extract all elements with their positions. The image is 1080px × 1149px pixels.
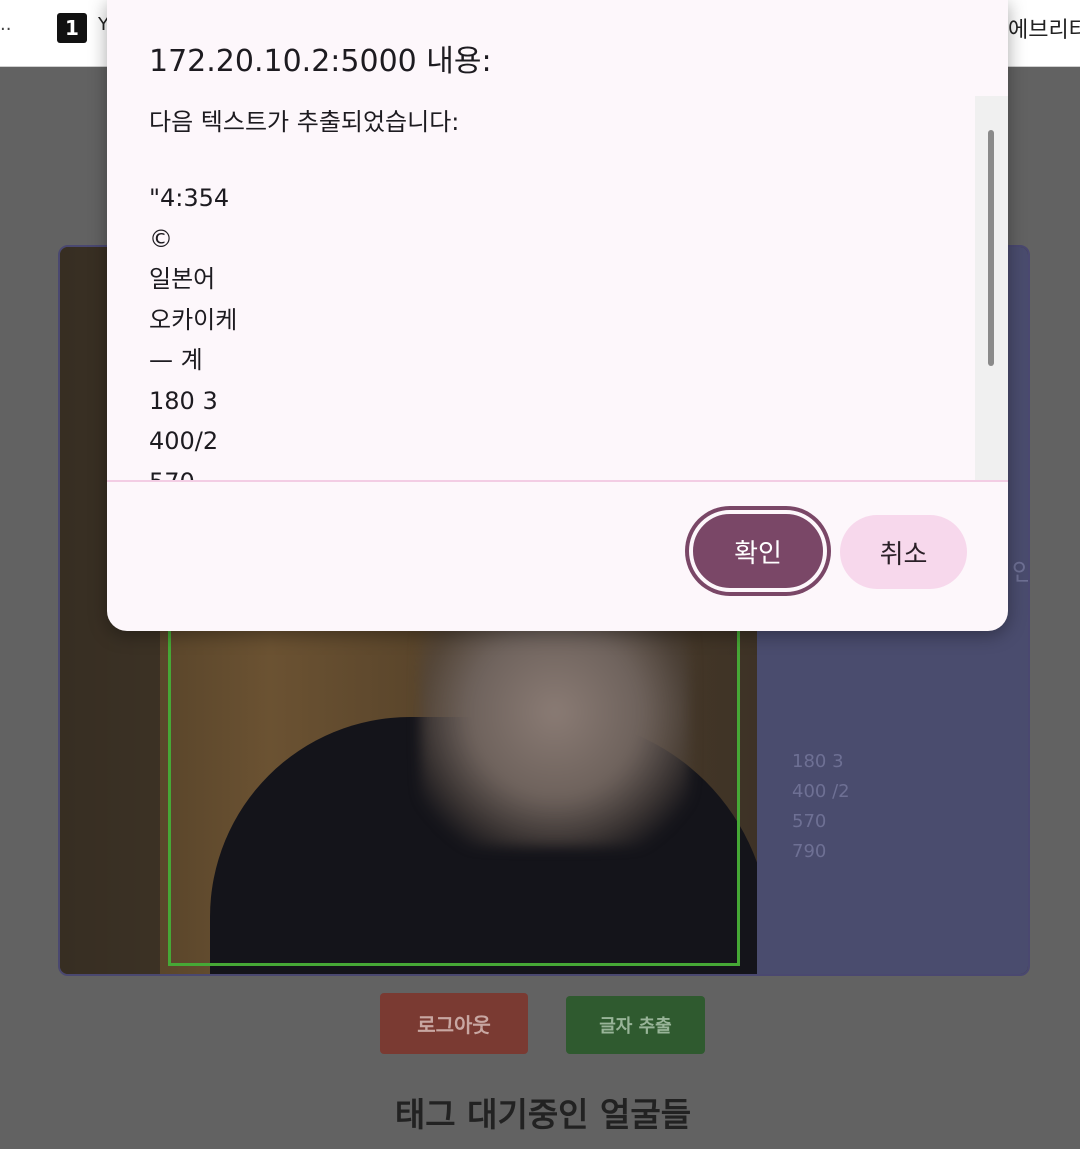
face-detection-box bbox=[168, 627, 740, 966]
extracted-line: 570 bbox=[149, 467, 195, 482]
side-text-line: 400 /2 bbox=[792, 781, 850, 802]
extracted-line: — 계 bbox=[149, 346, 203, 374]
dialog-scrollbar-thumb[interactable] bbox=[988, 130, 994, 366]
side-panel-char: 안 bbox=[1012, 552, 1028, 587]
extract-text-button[interactable]: 글자 추출 bbox=[566, 996, 705, 1054]
extracted-line: 일본어 bbox=[149, 265, 216, 293]
extracted-line: 400/2 bbox=[149, 427, 219, 455]
extracted-line: 오카이케 bbox=[149, 305, 238, 334]
dialog-title: 172.20.10.2:5000 내용: bbox=[149, 44, 492, 79]
bookmarks-overflow[interactable]: .. bbox=[0, 14, 11, 35]
extracted-line: 180 3 bbox=[149, 386, 218, 415]
logout-button[interactable]: 로그아웃 bbox=[380, 993, 528, 1054]
bookmark-logo-icon[interactable]: 1 bbox=[57, 13, 87, 43]
pending-faces-title: 태그 대기중인 얼굴들 bbox=[394, 1095, 692, 1134]
confirm-dialog: 172.20.10.2:5000 내용: 다음 텍스트가 추출되었습니다: "4… bbox=[107, 0, 1008, 631]
side-text-line: 570 bbox=[792, 811, 827, 832]
bookmark-item-right[interactable]: 에브리타 bbox=[1008, 12, 1080, 44]
extracted-line: "4:354 bbox=[149, 184, 230, 212]
cancel-button[interactable]: 취소 bbox=[840, 515, 967, 589]
dialog-message-area[interactable]: 다음 텍스트가 추출되었습니다: "4:354 © 일본어 오카이케 — 계 1… bbox=[107, 96, 1008, 482]
ok-button[interactable]: 확인 bbox=[689, 510, 827, 592]
side-panel-text: 180 3 400 /2 570 790 bbox=[792, 747, 850, 867]
extracted-text: "4:354 © 일본어 오카이케 — 계 180 3 400/2 570 bbox=[149, 178, 238, 482]
side-text-line: 790 bbox=[792, 841, 827, 862]
dialog-intro: 다음 텍스트가 추출되었습니다: bbox=[149, 108, 460, 136]
side-text-line: 180 3 bbox=[792, 751, 844, 772]
extracted-line: © bbox=[149, 224, 173, 253]
